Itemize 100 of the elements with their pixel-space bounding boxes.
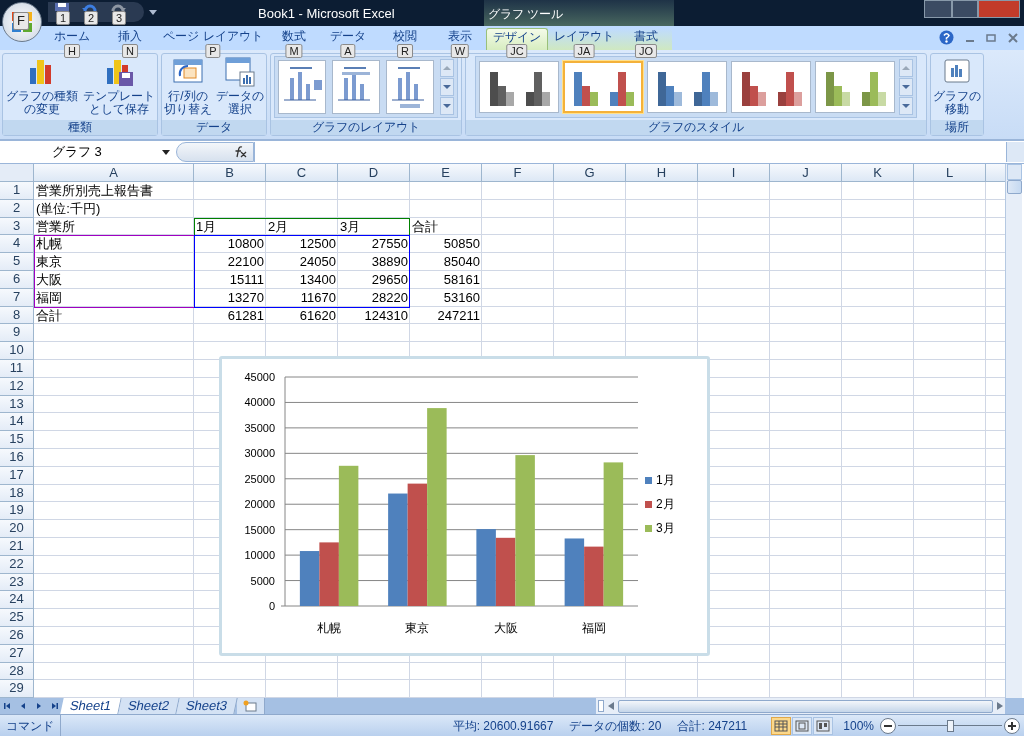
axis-label: 0 <box>268 600 275 612</box>
redo-icon[interactable] <box>110 3 126 11</box>
sheet-tab[interactable]: Sheet2 <box>118 698 181 714</box>
save-template-button[interactable]: テンプレートとして保存 <box>82 56 155 116</box>
legend-label: 2月 <box>656 497 675 511</box>
column-header[interactable]: J <box>770 164 842 182</box>
status-stat: 合計: 247211 <box>677 717 748 735</box>
restore-button[interactable] <box>952 0 978 18</box>
table-cell: 29650 <box>371 271 408 289</box>
down-caret-icon <box>902 104 910 108</box>
row-header[interactable]: 15 <box>0 431 34 449</box>
layout-thumbnail[interactable] <box>386 60 434 114</box>
scroll-right-icon[interactable] <box>997 702 1003 710</box>
column-header[interactable]: H <box>626 164 698 182</box>
row-header[interactable]: 25 <box>0 609 34 627</box>
row-header[interactable]: 9 <box>0 324 34 343</box>
column-header[interactable]: F <box>482 164 554 182</box>
horizontal-scrollbar[interactable] <box>595 698 1005 714</box>
axis-label: 10000 <box>244 549 275 562</box>
keytip: 2 <box>84 11 99 25</box>
zoom-in-button[interactable] <box>1004 717 1020 734</box>
scroll-left-icon[interactable] <box>607 702 614 710</box>
column-header[interactable]: I <box>698 164 770 182</box>
chart-style-thumbnail[interactable] <box>815 61 895 113</box>
chart-style-thumbnail[interactable] <box>647 61 727 113</box>
sheet-tab[interactable]: Sheet3 <box>176 698 239 714</box>
row-header[interactable]: 19 <box>0 502 34 521</box>
row-header[interactable]: 1 <box>0 182 34 200</box>
zoom-out-button[interactable] <box>880 717 896 734</box>
group-label: 種類 <box>3 120 157 135</box>
last-sheet-icon[interactable] <box>50 702 59 710</box>
minimize-button[interactable] <box>924 0 952 18</box>
table-cell-text: 大阪 <box>35 271 63 288</box>
row-header[interactable]: 24 <box>0 591 34 610</box>
column-header[interactable]: D <box>338 164 410 182</box>
column-header[interactable]: A <box>34 164 194 182</box>
column-header[interactable]: C <box>266 164 338 182</box>
zoom-slider-thumb[interactable] <box>947 719 954 732</box>
column-header[interactable]: L <box>914 164 986 182</box>
previous-sheet-icon[interactable] <box>19 702 28 710</box>
row-header[interactable]: 10 <box>0 342 34 360</box>
view-page-break-button[interactable] <box>813 716 834 735</box>
table-cell: 53160 <box>443 288 480 307</box>
customize-caret-icon[interactable] <box>149 10 157 16</box>
column-header[interactable]: E <box>410 164 482 182</box>
keytip: W <box>450 44 470 58</box>
move-chart-button[interactable]: グラフの移動 <box>933 56 981 116</box>
up-caret-icon <box>902 66 910 70</box>
row-header[interactable]: 29 <box>0 680 34 698</box>
chart-area[interactable]: 0 5000 10000 15000 20000 25000 30000 35000 40000 45000 札幌 東京 大阪 福岡 1月 2月 3月 <box>219 356 710 656</box>
column-header[interactable]: G <box>554 164 626 182</box>
change-chart-type-button[interactable]: グラフの種類の変更 <box>5 56 78 116</box>
table-cell: 50850 <box>443 235 480 254</box>
layout-thumbnail[interactable] <box>332 60 380 114</box>
gallery-more-button[interactable] <box>440 97 454 115</box>
column-header[interactable]: B <box>194 164 266 182</box>
vertical-scrollbar[interactable] <box>1005 164 1022 698</box>
table-cell: 24050 <box>299 253 336 271</box>
group-label: データ <box>162 120 266 135</box>
category-label: 東京 <box>405 621 430 635</box>
keytip: R <box>397 44 413 58</box>
row-header[interactable]: 20 <box>0 520 34 538</box>
gallery-down-button[interactable] <box>440 78 454 96</box>
table-cell-text: 東京 <box>35 253 63 271</box>
close-icon[interactable] <box>1008 32 1018 43</box>
first-sheet-icon[interactable] <box>3 702 12 710</box>
view-normal-button[interactable] <box>771 716 792 735</box>
next-sheet-icon[interactable] <box>34 702 43 710</box>
plus-icon <box>1008 721 1016 730</box>
chart-style-thumbnail[interactable] <box>563 61 643 113</box>
zoom-level[interactable]: 100% <box>837 716 880 735</box>
insert-function-button[interactable] <box>176 142 254 162</box>
layout-thumbnail[interactable] <box>278 60 326 114</box>
chart-style-thumbnail[interactable] <box>731 61 811 113</box>
gallery-more-button[interactable] <box>899 97 913 115</box>
undo-icon[interactable] <box>82 3 98 11</box>
chart-style-thumbnail[interactable] <box>479 61 559 113</box>
table-cell-text: 営業所別売上報告書 <box>35 182 154 199</box>
sheet-tab[interactable]: Sheet1 <box>60 698 122 714</box>
new-sheet-icon <box>243 700 258 712</box>
insert-sheet-tab[interactable] <box>236 698 265 714</box>
row-header[interactable]: 14 <box>0 413 34 432</box>
axis-label: 25000 <box>244 472 275 485</box>
gallery-down-button[interactable] <box>899 78 913 96</box>
up-caret-icon <box>443 66 451 70</box>
row-header[interactable]: 5 <box>0 253 34 271</box>
save-icon[interactable] <box>54 3 70 11</box>
axis-label: 30000 <box>244 447 275 460</box>
split-handle[interactable] <box>597 700 604 712</box>
name-box[interactable]: グラフ 3 <box>0 142 176 162</box>
minimize-icon[interactable] <box>966 39 974 42</box>
column-header[interactable]: K <box>842 164 914 182</box>
row-header[interactable]: 4 <box>0 235 34 254</box>
axis-label: 35000 <box>244 421 275 434</box>
restore-icon[interactable] <box>986 33 996 42</box>
data-table-icon <box>224 56 256 88</box>
help-icon[interactable] <box>939 30 954 45</box>
select-data-button[interactable]: データの選択 <box>216 56 264 116</box>
switch-row-column-button[interactable]: 行/列の切り替え <box>164 56 212 116</box>
function-icon <box>233 146 247 158</box>
